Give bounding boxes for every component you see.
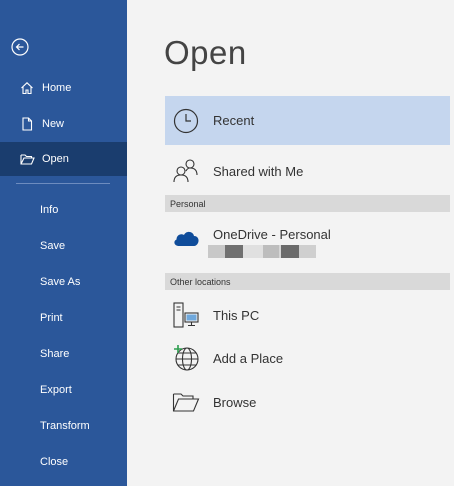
folder-icon <box>171 387 201 417</box>
new-document-icon <box>19 116 35 132</box>
nav-open-label: Open <box>42 153 69 165</box>
redacted-block <box>243 245 263 258</box>
nav-save-as[interactable]: Save As <box>0 265 127 299</box>
add-a-place-label: Add a Place <box>213 350 284 366</box>
shared-label: Shared with Me <box>213 163 304 179</box>
nav-save-as-label: Save As <box>40 276 81 288</box>
nav-close-label: Close <box>40 456 69 468</box>
back-button[interactable] <box>11 38 29 56</box>
clock-icon <box>171 106 201 136</box>
location-recent[interactable]: Recent <box>165 96 450 145</box>
back-arrow-icon <box>11 38 29 56</box>
location-add-a-place[interactable]: Add a Place <box>165 335 450 381</box>
nav-print[interactable]: Print <box>0 301 127 335</box>
nav-share[interactable]: Share <box>0 337 127 371</box>
nav-close[interactable]: Close <box>0 445 127 479</box>
redacted-block <box>263 245 279 258</box>
onedrive-label: OneDrive - Personal <box>213 227 331 242</box>
nav-new[interactable]: New <box>0 107 127 141</box>
people-icon <box>171 156 201 186</box>
redacted-block <box>225 245 243 258</box>
browse-label: Browse <box>213 394 257 410</box>
nav-info-label: Info <box>40 204 59 216</box>
nav-transform-label: Transform <box>40 420 90 432</box>
open-folder-icon <box>19 151 35 167</box>
location-onedrive[interactable]: OneDrive - Personal <box>165 217 450 267</box>
backstage-sidebar: Home New Open Info Save Save As Print Sh… <box>0 0 127 486</box>
nav-new-label: New <box>42 118 65 130</box>
nav-transform[interactable]: Transform <box>0 409 127 443</box>
nav-save-label: Save <box>40 240 66 252</box>
recent-label: Recent <box>213 113 255 128</box>
nav-save[interactable]: Save <box>0 229 127 263</box>
sidebar-divider <box>16 183 110 184</box>
nav-export-label: Export <box>40 384 72 396</box>
page-title: Open <box>164 34 247 71</box>
nav-open[interactable]: Open <box>0 142 127 176</box>
location-shared-with-me[interactable]: Shared with Me <box>165 148 450 194</box>
onedrive-cloud-icon <box>171 227 201 249</box>
nav-home[interactable]: Home <box>0 71 127 105</box>
redacted-block <box>281 245 299 258</box>
location-browse[interactable]: Browse <box>165 379 450 425</box>
nav-info[interactable]: Info <box>0 193 127 227</box>
computer-icon <box>171 300 201 330</box>
this-pc-label: This PC <box>213 307 260 323</box>
section-personal: Personal <box>165 195 450 212</box>
nav-share-label: Share <box>40 348 70 360</box>
open-pane: Open Recent Shared with Me Personal OneD… <box>127 0 454 486</box>
globe-add-icon <box>171 343 201 373</box>
nav-print-label: Print <box>40 312 63 324</box>
home-icon <box>19 80 35 96</box>
nav-home-label: Home <box>42 82 72 94</box>
redacted-block <box>208 245 225 258</box>
nav-export[interactable]: Export <box>0 373 127 407</box>
redacted-block <box>299 245 316 258</box>
section-other-locations: Other locations <box>165 273 450 290</box>
location-this-pc[interactable]: This PC <box>165 292 450 338</box>
